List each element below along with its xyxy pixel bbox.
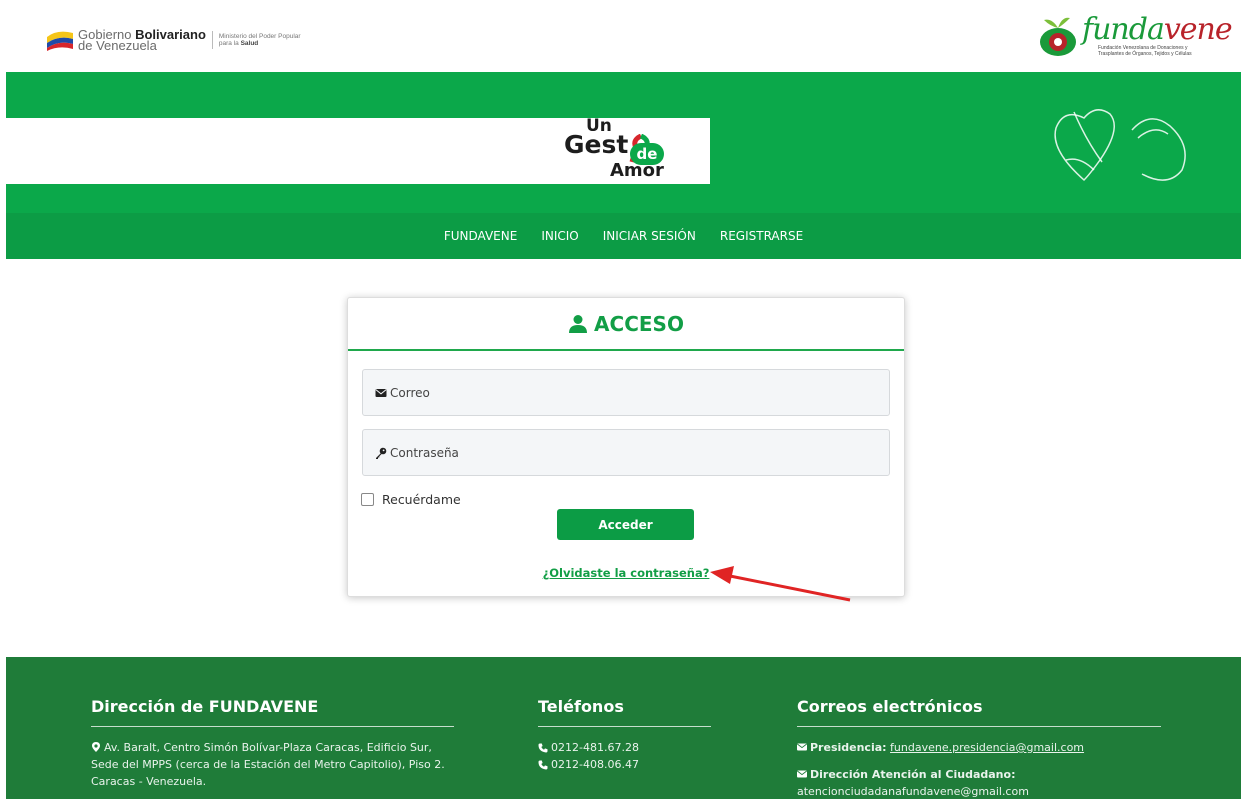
ministry-line1: Ministerio del Poder Popular [218, 33, 301, 40]
footer-address-title: Dirección de FUNDAVENE [91, 697, 454, 727]
envelope-icon [375, 388, 387, 397]
footer-address-column: Dirección de FUNDAVENE Av. Baralt, Centr… [91, 697, 454, 790]
footer-email-atencion: Dirección Atención al Ciudadano: atencio… [797, 766, 1161, 799]
wordmark-green: funda [1082, 12, 1165, 47]
nav-item-inicio[interactable]: INICIO [541, 229, 578, 243]
logo-text-gest: Gest [564, 130, 629, 159]
presidencia-label: Presidencia: [810, 741, 887, 754]
login-title: ACCESO [568, 312, 684, 336]
footer-address-text: Av. Baralt, Centro Simón Bolívar-Plaza C… [91, 739, 454, 790]
presidencia-email-link[interactable]: fundavene.presidencia@gmail.com [890, 741, 1084, 754]
login-card: ACCESO Recuérdame Acceder ¿Olvidaste la … [347, 297, 905, 597]
envelope-icon [797, 770, 807, 778]
fundavene-subtitle: Fundación Venezolana de Donaciones y Tra… [1098, 45, 1192, 57]
password-input[interactable] [390, 445, 870, 460]
phone-number: 0212-408.06.47 [551, 758, 639, 771]
fundavene-emblem-icon [1040, 17, 1076, 56]
fundavene-wordmark: fundavene [1082, 12, 1233, 47]
ministry-name: Ministerio del Poder Popular para la Sal… [219, 33, 301, 47]
user-icon [569, 314, 588, 333]
hero-banner: Un Gest de Amor [6, 72, 1241, 213]
envelope-icon [797, 743, 807, 751]
submit-button[interactable]: Acceder [557, 509, 694, 540]
site-footer: Dirección de FUNDAVENE Av. Baralt, Centr… [6, 657, 1241, 799]
venezuela-flag-icon [45, 29, 75, 51]
login-card-header: ACCESO [348, 298, 904, 351]
forgot-password-link[interactable]: ¿Olvidaste la contraseña? [543, 566, 710, 580]
heart-outline-icon [1054, 109, 1186, 182]
wordmark-red: vene [1163, 12, 1233, 47]
footer-phone-list: 0212-481.67.28 0212-408.06.47 [538, 739, 711, 773]
government-logo[interactable]: Gobierno Bolivariano de Venezuela Minist… [45, 24, 301, 56]
login-title-text: ACCESO [594, 311, 684, 336]
footer-emails-column: Correos electrónicos Presidencia: fundav… [797, 697, 1161, 799]
campaign-logo: Un Gest de Amor [564, 116, 694, 182]
footer-email-presidencia: Presidencia: fundavene.presidencia@gmail… [797, 739, 1161, 756]
divider [211, 31, 213, 49]
key-icon [376, 447, 387, 459]
logo-text-amor: Amor [610, 160, 664, 181]
footer-emails-title: Correos electrónicos [797, 697, 1161, 727]
remember-checkbox[interactable] [361, 493, 374, 506]
remember-label: Recuérdame [382, 492, 461, 507]
footer-phones-column: Teléfonos 0212-481.67.28 0212-408.06.47 [538, 697, 711, 773]
nav-item-registrarse[interactable]: REGISTRARSE [720, 229, 803, 243]
phone-icon [538, 743, 548, 752]
government-name: Gobierno Bolivariano de Venezuela [78, 28, 206, 52]
phone-item[interactable]: 0212-481.67.28 [538, 739, 711, 756]
map-marker-icon [92, 742, 100, 752]
phone-item[interactable]: 0212-408.06.47 [538, 756, 711, 773]
atencion-email-link[interactable]: atencionciudadanafundavene@gmail.com [797, 785, 1029, 798]
top-header: Gobierno Bolivariano de Venezuela Minist… [0, 0, 1241, 72]
phone-number: 0212-481.67.28 [551, 741, 639, 754]
footer-phones-title: Teléfonos [538, 697, 711, 727]
email-field[interactable] [362, 369, 890, 416]
phone-icon [538, 760, 548, 769]
main-navigation: FUNDAVENE INICIO INICIAR SESIÓN REGISTRA… [6, 213, 1241, 259]
nav-item-fundavene[interactable]: FUNDAVENE [444, 229, 517, 243]
ministry-line2-prefix: para la [218, 40, 241, 47]
fundavene-logo[interactable]: fundavene Fundación Venezolana de Donaci… [1036, 12, 1233, 62]
atencion-label: Dirección Atención al Ciudadano: [810, 768, 1016, 781]
ministry-line2-bold: Salud [240, 40, 259, 47]
email-input[interactable] [390, 385, 870, 400]
nav-item-iniciar-sesion[interactable]: INICIAR SESIÓN [603, 229, 696, 243]
password-field[interactable] [362, 429, 890, 476]
footer-address-body: Av. Baralt, Centro Simón Bolívar-Plaza C… [91, 741, 445, 788]
remember-me[interactable]: Recuérdame [361, 492, 461, 507]
annotation-arrow-icon [710, 566, 851, 602]
